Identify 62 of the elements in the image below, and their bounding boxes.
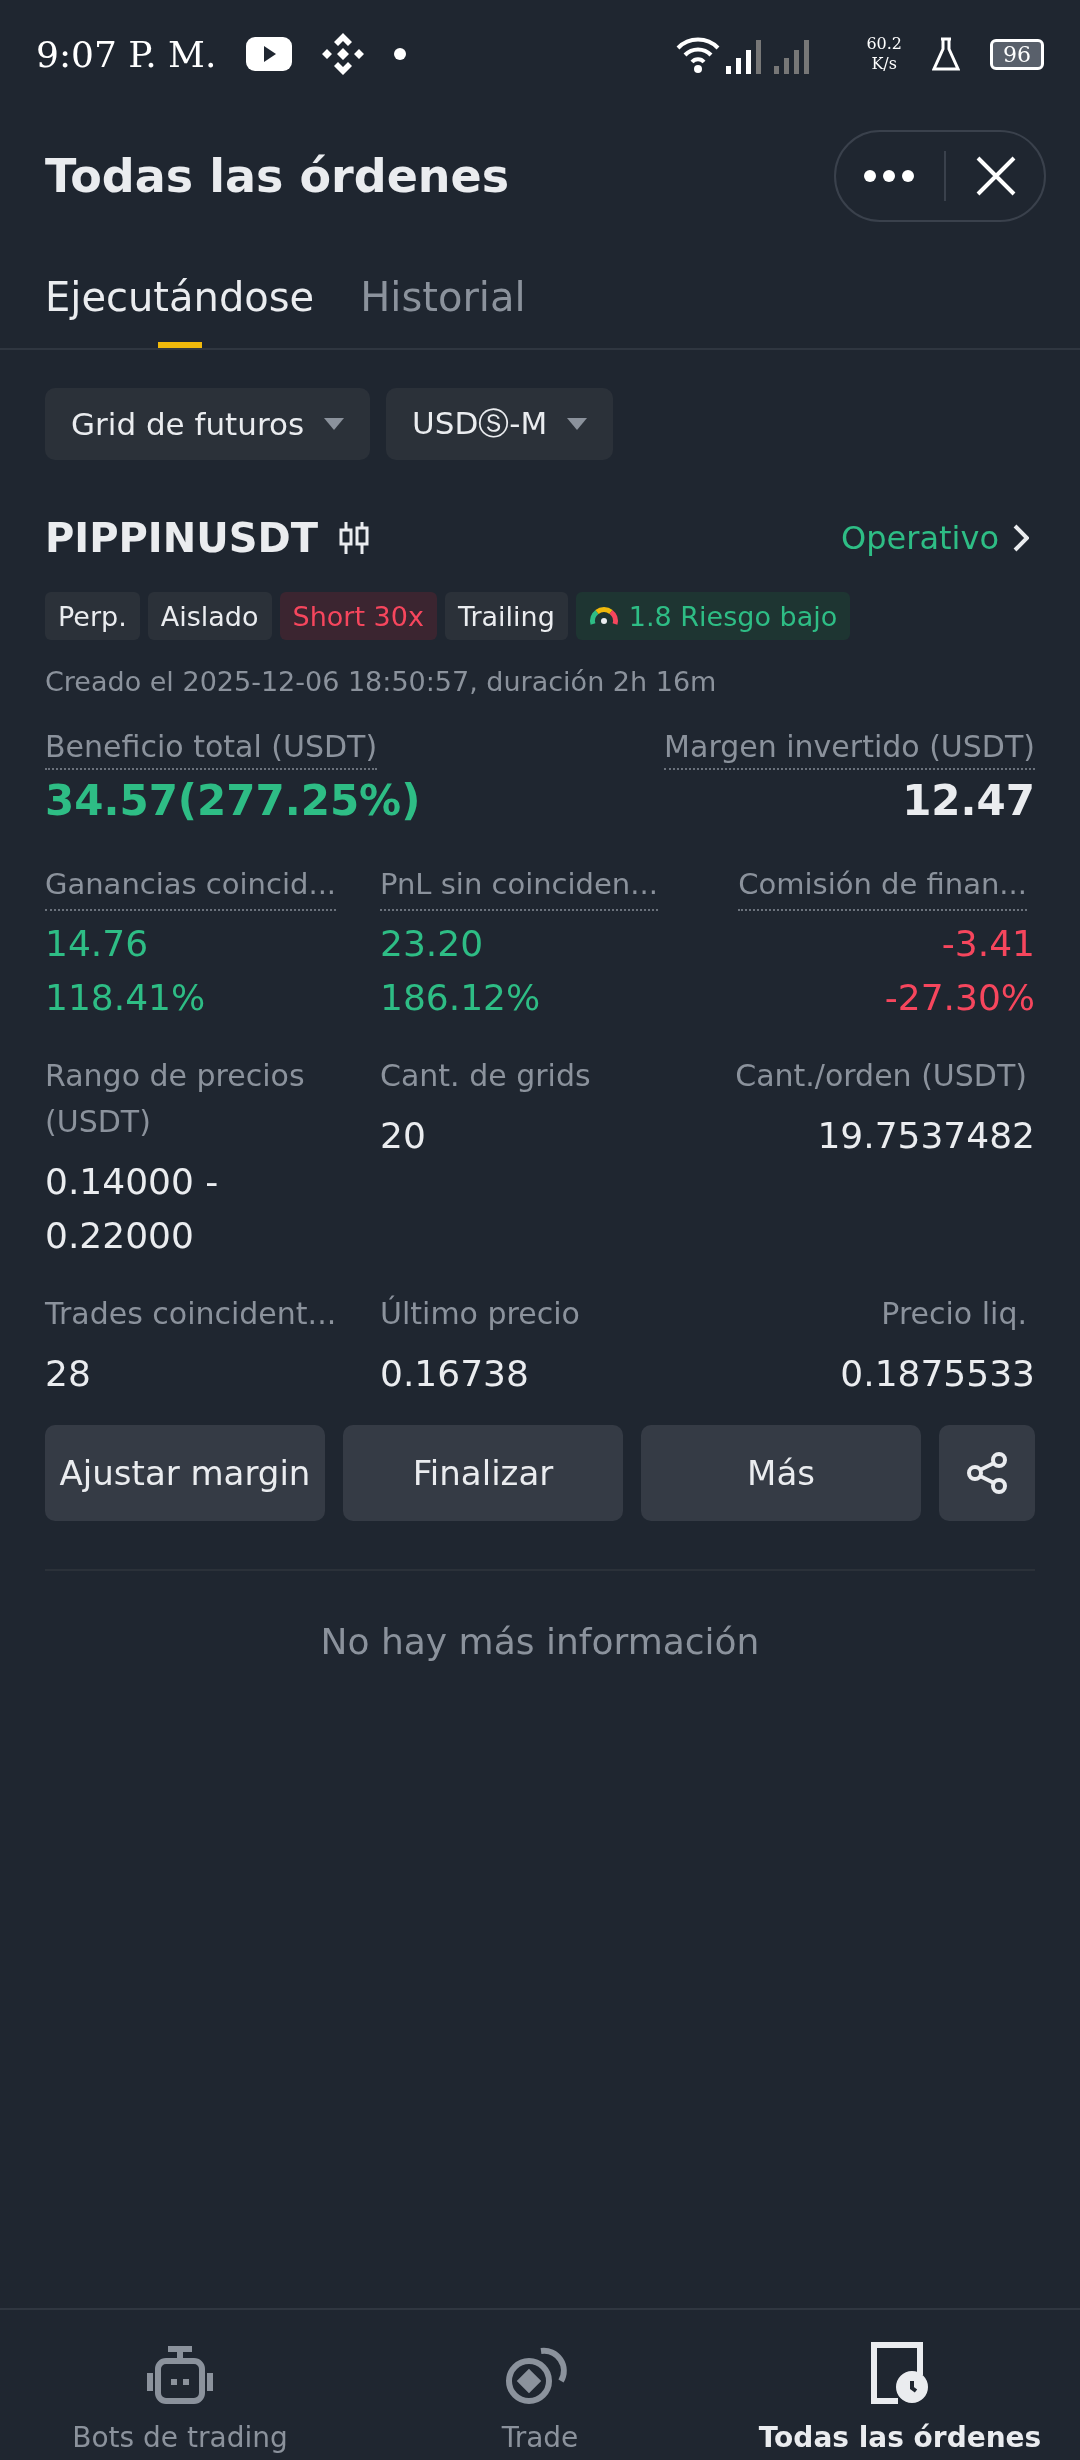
status-time: 9:07 P. M. [36, 33, 217, 75]
metric-value: 19.7537482 [817, 1115, 1035, 1156]
metric-value: -27.30% [884, 977, 1035, 1018]
metric-value: 0.22000 [45, 1215, 194, 1256]
metric-value: 12.47 [902, 776, 1035, 825]
action-button[interactable]: Ajustar margin [45, 1425, 325, 1521]
more-icon[interactable] [864, 170, 914, 182]
metric-value: 118.41% [45, 977, 206, 1018]
play-icon [246, 37, 293, 71]
dot-icon [394, 48, 407, 60]
page-title: Todas las órdenes [45, 149, 511, 203]
metric-label: Margen invertido (USDT) [664, 729, 1035, 770]
caret-icon [324, 418, 345, 430]
filter-dropdown[interactable]: Grid de futuros [45, 388, 371, 460]
action-button[interactable]: Finalizar [343, 1425, 623, 1521]
caret-icon [567, 418, 588, 430]
pair-name: PIPPINUSDT [45, 515, 318, 561]
close-icon[interactable] [976, 156, 1016, 196]
metric-label: Beneficio total (USDT) [45, 729, 378, 770]
tag: Perp. [45, 592, 140, 640]
chevron-right-icon [1013, 524, 1029, 552]
action-button[interactable]: Más [641, 1425, 921, 1521]
metric-label: Comisión de finan... [738, 861, 1027, 911]
tag: Short 30x [279, 592, 437, 640]
metric-value: 0.16738 [380, 1353, 529, 1394]
metric-label: Precio liq. [881, 1295, 1027, 1333]
tab[interactable]: Historial [360, 274, 526, 348]
empty-note: No hay más información [319, 1621, 761, 1662]
network-speed: 60.2 K/s [866, 34, 902, 74]
metric-value: -3.41 [941, 923, 1035, 964]
share-button[interactable] [939, 1425, 1035, 1521]
tag: 1.8 Riesgo bajo [575, 592, 851, 640]
metric-value: 20 [380, 1115, 426, 1156]
metric-label: Cant./orden (USDT) [735, 1057, 1027, 1095]
diamond-logo-icon [322, 33, 365, 75]
tab[interactable]: Ejecutándose [45, 274, 315, 348]
metric-value: 23.20 [380, 923, 484, 964]
filter-dropdown[interactable]: USDⓈ-M [386, 388, 614, 460]
metric-value: 28 [45, 1353, 91, 1394]
tag: Trailing [444, 592, 568, 640]
metric-value: 0.14000 - [45, 1161, 219, 1202]
document-clock-icon [870, 2341, 930, 2405]
metric-label: Último precio [380, 1294, 580, 1333]
nav-item[interactable]: Todas las órdenes [720, 2310, 1080, 2460]
tag: Aislado [147, 592, 272, 640]
battery-level: 96 [990, 38, 1044, 70]
nav-item[interactable]: Trade [360, 2310, 720, 2460]
flask-icon [932, 37, 960, 71]
metric-value: 34.57(277.25%) [45, 776, 421, 825]
created-info: Creado el 2025-12-06 18:50:57, duración 2h 16m [45, 666, 718, 697]
metric-label: Trades coincident... [45, 1295, 337, 1333]
status-link[interactable]: Operativo [835, 518, 1035, 558]
robot-icon [146, 2345, 214, 2405]
metric-value: 0.1875533 [840, 1353, 1035, 1394]
metric-value: 186.12% [380, 977, 541, 1018]
metric-label: PnL sin coinciden... [380, 861, 658, 911]
metric-label: Cant. de grids [380, 1057, 591, 1095]
nav-item[interactable]: Bots de trading [0, 2310, 360, 2460]
metric-label: Ganancias coincid... [45, 861, 337, 911]
metric-value: 14.76 [45, 923, 149, 964]
metric-label: Rango de precios (USDT) [45, 1057, 306, 1141]
share-icon [965, 1451, 1009, 1495]
